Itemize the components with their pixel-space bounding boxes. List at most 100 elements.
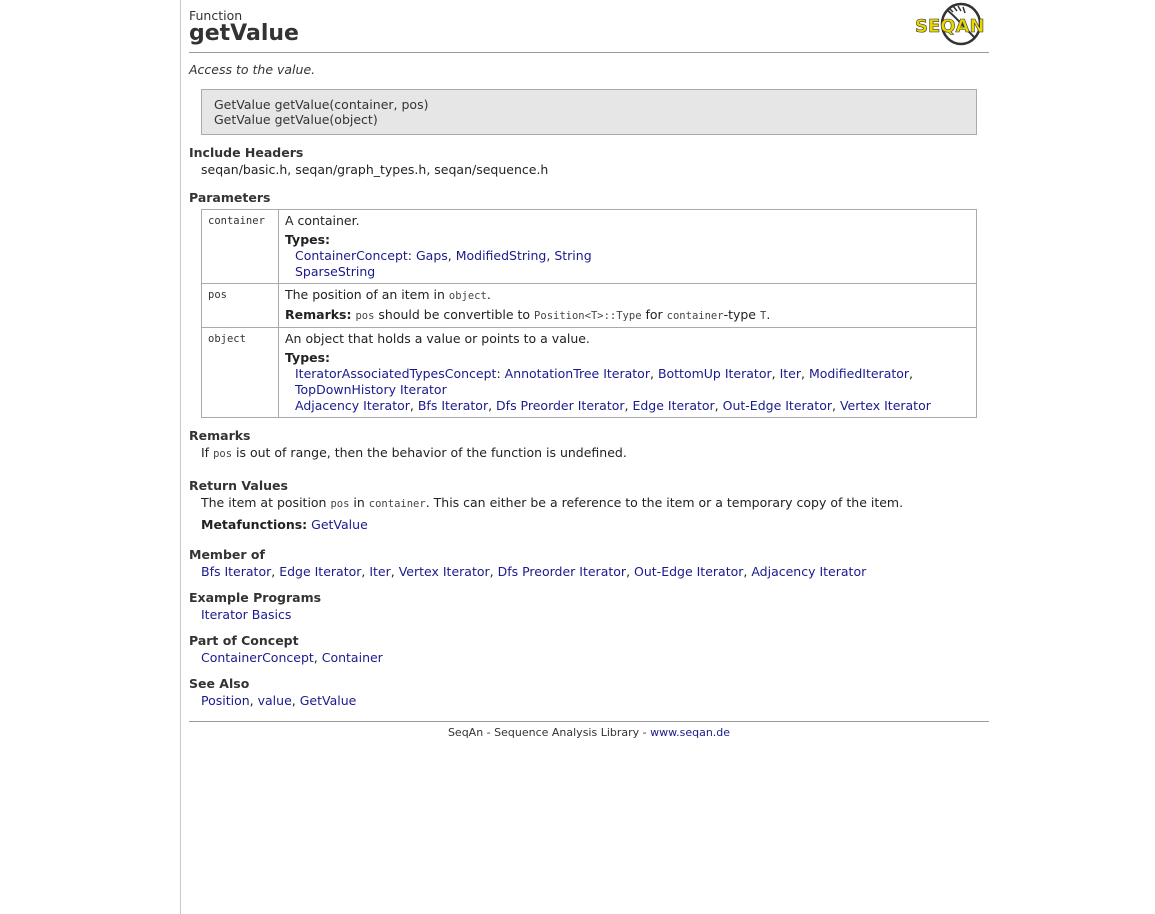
concept-link[interactable]: ContainerConcept	[201, 650, 314, 665]
param-desc-cell: The position of an item in object. Remar…	[278, 283, 977, 328]
param-desc-cell: A container. Types: ContainerConcept: Ga…	[278, 209, 977, 284]
page-header: Function getValue SEQAN	[189, 0, 989, 53]
return-values-text: The item at position pos in container. T…	[201, 494, 989, 513]
concept-link[interactable]: IteratorAssociatedTypesConcept	[295, 366, 496, 381]
remark-text: If	[201, 445, 214, 460]
section-heading: Return Values	[189, 478, 288, 493]
member-link[interactable]: Bfs Iterator	[201, 564, 271, 579]
metafunctions: Metafunctions: GetValue	[201, 516, 989, 533]
inline-code: container	[666, 310, 724, 322]
member-of-section: Member of Bfs Iterator, Edge Iterator, I…	[189, 547, 989, 580]
type-link[interactable]: Edge Iterator	[632, 398, 714, 413]
see-also-section: See Also Position, value, GetValue	[189, 676, 989, 709]
type-link[interactable]: Adjacency Iterator	[295, 398, 410, 413]
desc-text: The position of an item in	[285, 287, 449, 302]
type-link[interactable]: Iter	[780, 366, 801, 381]
member-link[interactable]: Edge Iterator	[279, 564, 361, 579]
type-link[interactable]: Out-Edge Iterator	[723, 398, 832, 413]
desc-text: .	[486, 287, 491, 302]
inline-code: Position<T>::Type	[534, 310, 642, 322]
left-border	[180, 0, 181, 914]
remark-text: should be convertible to	[374, 307, 535, 322]
seqan-logo: SEQAN	[915, 2, 985, 46]
param-desc: An object that holds a value or points t…	[285, 331, 590, 346]
param-desc: The position of an item in object.	[285, 287, 970, 304]
member-link[interactable]: Iter	[369, 564, 390, 579]
metafunction-link[interactable]: GetValue	[311, 517, 368, 532]
section-heading: Part of Concept	[189, 633, 299, 648]
remarks-text: If pos is out of range, then the behavio…	[201, 444, 989, 463]
remarks-label: Remarks:	[285, 307, 352, 322]
remark-text: .	[766, 307, 771, 322]
return-text: in	[349, 495, 369, 510]
footer-text: SeqAn - Sequence Analysis Library -	[447, 726, 651, 739]
type-link[interactable]: SparseString	[295, 264, 375, 279]
doc-page: Function getValue SEQAN Access to the va…	[189, 0, 989, 739]
remark-text: is out of range, then the behavior of th…	[232, 445, 627, 460]
type-link[interactable]: BottomUp Iterator	[658, 366, 772, 381]
see-also-link[interactable]: value	[258, 693, 292, 708]
inline-code: object	[448, 290, 487, 302]
type-link[interactable]: Gaps	[416, 248, 448, 263]
member-link[interactable]: Adjacency Iterator	[751, 564, 866, 579]
section-heading: Remarks	[189, 428, 251, 443]
example-link[interactable]: Iterator Basics	[201, 607, 291, 622]
types-line: TopDownHistory Iterator	[295, 382, 970, 398]
types-line: Adjacency Iterator, Bfs Iterator, Dfs Pr…	[295, 398, 931, 413]
part-of-concept-links: ContainerConcept, Container	[201, 650, 383, 665]
type-link[interactable]: Bfs Iterator	[418, 398, 488, 413]
type-link[interactable]: AnnotationTree Iterator	[505, 366, 650, 381]
types-line: ContainerConcept: Gaps, ModifiedString, …	[295, 248, 592, 263]
types-label: Types:	[285, 232, 331, 247]
page-footer: SeqAn - Sequence Analysis Library - www.…	[189, 721, 989, 739]
signature-box: GetValue getValue(container, pos) GetVal…	[201, 89, 977, 135]
parameters-table: container A container. Types: ContainerC…	[201, 209, 977, 418]
types-line: SparseString	[295, 264, 970, 280]
signature-line: GetValue getValue(container, pos)	[214, 97, 429, 112]
types-label: Types:	[285, 350, 331, 365]
member-link[interactable]: Dfs Preorder Iterator	[498, 564, 626, 579]
return-values-section: Return Values The item at position pos i…	[189, 478, 989, 533]
remark-text: for	[641, 307, 667, 322]
include-headers-section: Include Headers seqan/basic.h, seqan/gra…	[189, 145, 989, 178]
section-heading: Parameters	[189, 190, 271, 205]
member-link[interactable]: Vertex Iterator	[399, 564, 490, 579]
table-row: pos The position of an item in object. R…	[201, 283, 977, 328]
type-link[interactable]: TopDownHistory Iterator	[295, 382, 447, 397]
section-heading: Member of	[189, 547, 265, 562]
member-link[interactable]: Out-Edge Iterator	[634, 564, 743, 579]
svg-text:SEQAN: SEQAN	[915, 16, 985, 37]
member-of-links: Bfs Iterator, Edge Iterator, Iter, Verte…	[201, 564, 867, 579]
example-programs-section: Example Programs Iterator Basics	[189, 590, 989, 623]
concept-link[interactable]: Container	[322, 650, 383, 665]
part-of-concept-section: Part of Concept ContainerConcept, Contai…	[189, 633, 989, 666]
param-name: container	[201, 209, 279, 284]
summary: Access to the value.	[189, 62, 316, 77]
type-link[interactable]: Dfs Preorder Iterator	[496, 398, 624, 413]
remark-text: -type	[723, 307, 760, 322]
section-heading: Include Headers	[189, 145, 304, 160]
types-line: IteratorAssociatedTypesConcept: Annotati…	[295, 366, 914, 381]
param-name: pos	[201, 283, 279, 328]
footer-link[interactable]: www.seqan.de	[650, 726, 730, 739]
inline-code: pos	[330, 498, 350, 510]
include-headers-text: seqan/basic.h, seqan/graph_types.h, seqa…	[201, 162, 549, 177]
inline-code: pos	[213, 448, 233, 460]
type-link[interactable]: String	[554, 248, 591, 263]
see-also-link[interactable]: GetValue	[300, 693, 357, 708]
param-remarks: Remarks: pos should be convertible to Po…	[285, 307, 970, 324]
type-link[interactable]: Vertex Iterator	[840, 398, 931, 413]
inline-code: pos	[355, 310, 375, 322]
param-desc: A container.	[285, 213, 360, 228]
concept-link[interactable]: ContainerConcept	[295, 248, 408, 263]
see-also-link[interactable]: Position	[201, 693, 250, 708]
page-title: getValue	[189, 21, 299, 46]
type-link[interactable]: ModifiedString	[456, 248, 547, 263]
see-also-links: Position, value, GetValue	[201, 693, 357, 708]
return-text: . This can either be a reference to the …	[425, 495, 904, 510]
type-link[interactable]: ModifiedIterator	[809, 366, 909, 381]
table-row: container A container. Types: ContainerC…	[201, 209, 977, 284]
return-text: The item at position	[201, 495, 331, 510]
table-row: object An object that holds a value or p…	[201, 327, 977, 418]
parameters-section: Parameters container A container. Types:…	[189, 190, 989, 418]
